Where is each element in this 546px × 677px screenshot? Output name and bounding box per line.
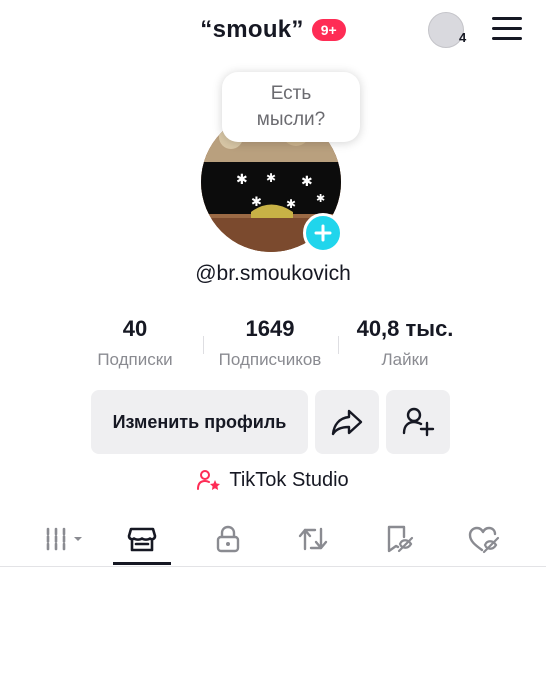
friends-button[interactable]: 4 bbox=[428, 12, 467, 48]
profile-tabs bbox=[0, 513, 546, 565]
tab-favorites[interactable] bbox=[373, 513, 425, 565]
menu-icon bbox=[492, 17, 522, 20]
edit-profile-button[interactable]: Изменить профиль bbox=[91, 390, 308, 454]
svg-text:✱: ✱ bbox=[316, 193, 325, 205]
friends-count: 4 bbox=[459, 30, 467, 45]
stat-followers[interactable]: 1649 Подписчиков bbox=[205, 314, 335, 370]
followers-count: 1649 bbox=[245, 316, 295, 341]
plus-icon bbox=[314, 224, 332, 242]
share-profile-button[interactable] bbox=[315, 390, 379, 454]
tiktok-studio-link[interactable]: TikTok Studio bbox=[0, 466, 546, 494]
svg-text:✱: ✱ bbox=[236, 171, 248, 187]
lock-icon bbox=[216, 525, 240, 553]
notification-badge[interactable]: 9+ bbox=[311, 19, 346, 41]
tab-videos[interactable] bbox=[38, 513, 90, 565]
share-arrow-icon bbox=[331, 409, 363, 436]
stat-following[interactable]: 40 Подписки bbox=[80, 314, 190, 370]
thoughts-bubble-text: Есть мысли? bbox=[256, 83, 326, 130]
studio-user-star-icon bbox=[197, 470, 221, 490]
followers-label: Подписчиков bbox=[218, 350, 322, 369]
tabs-divider bbox=[0, 566, 546, 567]
shop-icon bbox=[127, 527, 157, 552]
tab-private[interactable] bbox=[202, 513, 254, 565]
tab-reposts[interactable] bbox=[287, 513, 339, 565]
grid-icon bbox=[46, 527, 82, 551]
profile-title[interactable]: “smouk” bbox=[200, 16, 303, 44]
add-avatar-button[interactable] bbox=[303, 213, 343, 253]
menu-button[interactable] bbox=[492, 17, 522, 41]
stat-likes[interactable]: 40,8 тыс. Лайки bbox=[344, 314, 466, 370]
add-user-icon bbox=[402, 407, 435, 437]
following-label: Подписки bbox=[97, 350, 173, 369]
likes-label: Лайки bbox=[381, 350, 429, 369]
liked-hidden-icon bbox=[468, 526, 500, 554]
active-tab-indicator bbox=[113, 562, 171, 565]
tiktok-studio-label: TikTok Studio bbox=[229, 468, 349, 491]
svg-text:✱: ✱ bbox=[266, 171, 276, 185]
username: @br.smoukovich bbox=[195, 262, 351, 285]
bookmark-icon bbox=[387, 525, 414, 553]
stat-divider bbox=[203, 336, 204, 354]
likes-count: 40,8 тыс. bbox=[356, 316, 454, 341]
stat-divider bbox=[338, 336, 339, 354]
repost-icon bbox=[298, 527, 328, 551]
add-friend-button[interactable] bbox=[386, 390, 450, 454]
following-count: 40 bbox=[122, 316, 148, 341]
svg-text:✱: ✱ bbox=[301, 173, 313, 189]
tab-shop[interactable] bbox=[116, 513, 168, 565]
tab-liked[interactable] bbox=[458, 513, 510, 565]
thoughts-bubble[interactable]: Есть мысли? bbox=[222, 72, 360, 142]
